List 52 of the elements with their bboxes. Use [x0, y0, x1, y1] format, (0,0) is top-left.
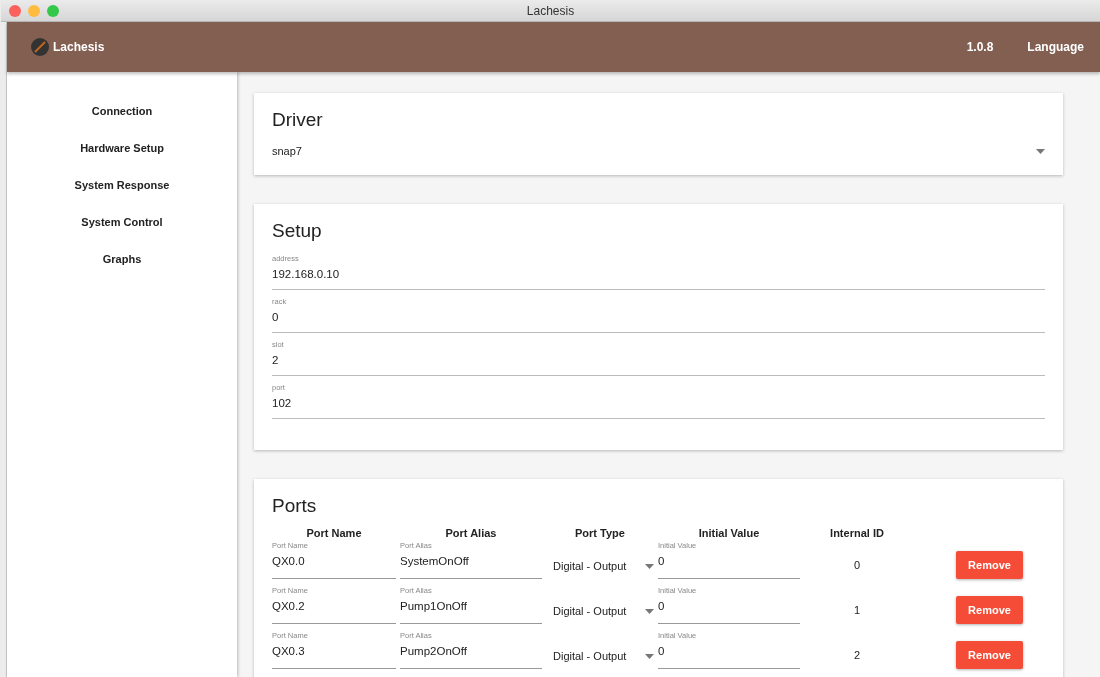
field-value: 0 — [658, 599, 666, 614]
select-value: Digital - Output — [553, 560, 627, 572]
field-value: Pump1OnOff — [400, 599, 468, 614]
field-value: 0 — [272, 310, 280, 325]
sidebar-item[interactable]: System Response — [74, 177, 170, 214]
field-value: 102 — [272, 396, 293, 411]
zoom-button[interactable] — [47, 5, 59, 17]
driver-select[interactable]: snap7 — [272, 141, 1045, 161]
card-title: Ports — [272, 495, 318, 517]
field-value: 2 — [272, 353, 280, 368]
dropdown-caret-icon — [645, 653, 654, 659]
remove-button[interactable]: Remove — [956, 595, 1023, 624]
column-header: Port Type — [574, 527, 626, 539]
internal-id: 1 — [852, 602, 862, 616]
minimize-button[interactable] — [28, 5, 40, 17]
remove-button[interactable]: Remove — [956, 640, 1023, 669]
column-header: Port Name — [305, 527, 363, 539]
port-type-select[interactable]: Digital - Output — [546, 539, 654, 579]
port-type-select[interactable]: Digital - Output — [546, 629, 654, 669]
sidebar-item[interactable]: Graphs — [102, 251, 142, 288]
dropdown-caret-icon — [645, 608, 654, 614]
internal-id: 2 — [852, 647, 862, 661]
card-title: Driver — [272, 109, 324, 131]
column-header: Initial Value — [697, 527, 761, 539]
field-value: 0 — [658, 554, 666, 569]
column-header: Port Alias — [444, 527, 498, 539]
field-value: QX0.0 — [272, 554, 306, 569]
version-label: 1.0.8 — [966, 40, 994, 54]
internal-id: 0 — [852, 557, 862, 571]
field-value: 0 — [658, 644, 666, 659]
field-value: Pump2OnOff — [400, 644, 468, 659]
remove-button[interactable]: Remove — [956, 550, 1023, 579]
select-value: snap7 — [272, 145, 302, 157]
select-value: Digital - Output — [553, 605, 627, 617]
sidebar-item[interactable]: System Control — [81, 214, 163, 251]
close-button[interactable] — [9, 5, 21, 17]
select-value: Digital - Output — [553, 650, 627, 662]
app-title: Lachesis — [53, 40, 105, 54]
port-type-select[interactable]: Digital - Output — [546, 584, 654, 624]
field-value: QX0.3 — [272, 644, 306, 659]
dropdown-caret-icon — [1036, 148, 1045, 154]
card-title: Setup — [272, 220, 323, 242]
sidebar-item[interactable]: Connection — [91, 103, 153, 140]
column-header: Internal ID — [829, 527, 885, 539]
language-menu[interactable]: Language — [1027, 40, 1084, 54]
sidebar-item[interactable]: Hardware Setup — [80, 140, 164, 177]
field-value: QX0.2 — [272, 599, 306, 614]
dropdown-caret-icon — [645, 563, 654, 569]
window-title: Lachesis — [526, 3, 575, 18]
field-value: SystemOnOff — [400, 554, 470, 569]
field-value: 192.168.0.10 — [272, 267, 341, 282]
app-logo-icon — [31, 38, 49, 56]
